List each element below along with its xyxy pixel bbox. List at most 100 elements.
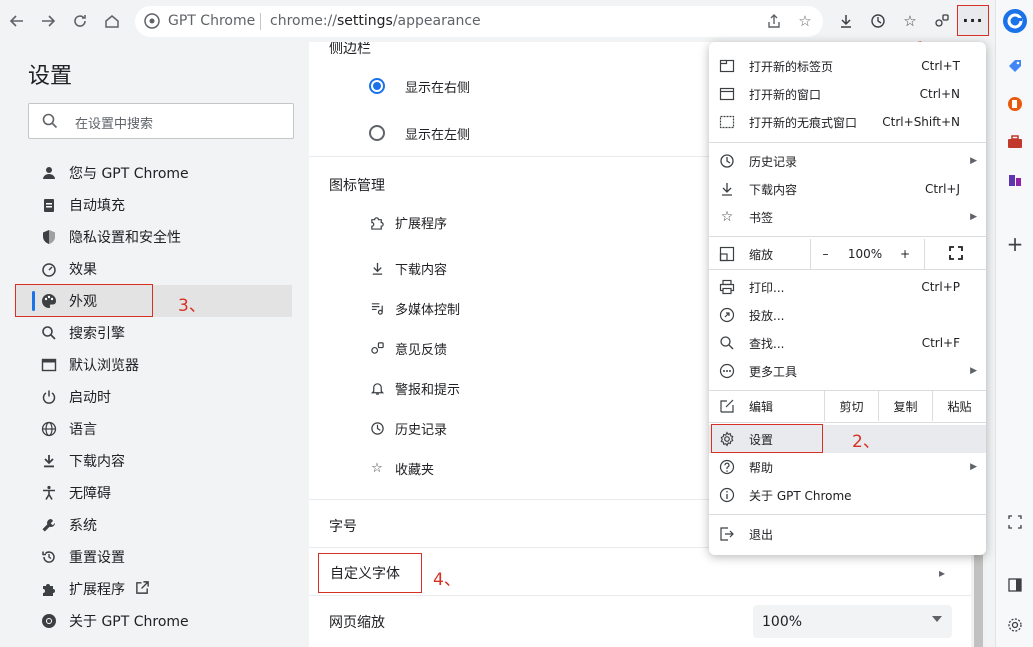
nav-item-on-startup[interactable]: 启动时 <box>16 381 292 413</box>
nav-item-system[interactable]: 系统 <box>16 509 292 541</box>
toolbar-item-label: 警报和提示 <box>395 382 461 398</box>
menu-item-about[interactable]: 关于 GPT Chrome <box>709 481 986 509</box>
nav-item-reset[interactable]: 重置设置 <box>16 541 292 573</box>
nav-item-you-and-chrome[interactable]: 您与 GPT Chrome <box>16 157 292 189</box>
fullscreen-button[interactable] <box>924 239 986 269</box>
toolbar-item-media[interactable]: 多媒体控制 <box>369 296 460 320</box>
menu-item-find[interactable]: 查找... Ctrl+F <box>709 329 986 357</box>
menu-item-label: 关于 GPT Chrome <box>749 488 852 503</box>
settings-sidebar: 设置 在设置中搜索 您与 GPT Chrome 自动填充 隐私设置和安全性 效果… <box>0 42 308 647</box>
bookmarks-star-icon: ☆ <box>720 209 734 225</box>
zoom-out-button[interactable]: – <box>810 239 840 269</box>
download-icon[interactable] <box>835 10 857 32</box>
nav-item-default-browser[interactable]: 默认浏览器 <box>16 349 292 381</box>
nav-item-accessibility[interactable]: 无障碍 <box>16 477 292 509</box>
submenu-arrow-icon: ▶ <box>970 156 977 166</box>
page-zoom-select[interactable]: 100% <box>753 605 952 638</box>
address-bar[interactable]: GPT Chrome chrome://settings/appearance … <box>135 6 823 37</box>
menu-item-new-tab[interactable]: 打开新的标签页 Ctrl+T <box>709 52 986 80</box>
nav-item-label: 下载内容 <box>69 454 125 470</box>
menu-item-new-window[interactable]: 打开新的窗口 Ctrl+N <box>709 80 986 108</box>
settings-search-input[interactable]: 在设置中搜索 <box>28 103 294 139</box>
font-size-label: 字号 <box>329 519 357 535</box>
nav-item-label: 扩展程序 <box>69 582 125 598</box>
more-tools-icon <box>718 362 736 380</box>
screenshot-icon[interactable] <box>1001 508 1029 536</box>
star-icon: ☆ <box>371 460 383 476</box>
submenu-arrow-icon: ▶ <box>970 462 977 472</box>
toolbar-item-history[interactable]: 历史记录 <box>369 416 447 440</box>
nav-item-languages[interactable]: 语言 <box>16 413 292 445</box>
cut-button[interactable]: 剪切 <box>824 391 878 421</box>
menu-item-bookmarks[interactable]: ☆ 书签 ▶ <box>709 203 986 231</box>
copy-button[interactable]: 复制 <box>878 391 932 421</box>
toolbar-item-feedback[interactable]: 意见反馈 <box>369 336 447 360</box>
annotation-4: 4、 <box>433 570 461 590</box>
settings-gear-icon[interactable] <box>1001 611 1029 639</box>
annotation-box-3 <box>15 284 153 317</box>
menu-item-help[interactable]: 帮助 ▶ <box>709 453 986 481</box>
tag-icon[interactable] <box>1001 52 1029 80</box>
radio-label: 显示在左侧 <box>405 127 471 143</box>
more-menu-button[interactable]: ··· <box>957 5 989 36</box>
accessibility-icon <box>38 482 60 504</box>
toolbox-icon[interactable] <box>1001 128 1029 156</box>
zoom-in-button[interactable]: + <box>890 239 920 269</box>
nav-item-label: 效果 <box>69 262 97 278</box>
menu-item-more-tools[interactable]: 更多工具 ▶ <box>709 357 986 385</box>
radio-button[interactable] <box>369 125 385 141</box>
paste-button[interactable]: 粘贴 <box>932 391 986 421</box>
toolbar-item-label: 下载内容 <box>395 262 448 278</box>
history-icon[interactable] <box>867 10 889 32</box>
nav-item-about[interactable]: 关于 GPT Chrome <box>16 605 292 637</box>
custom-font-row[interactable]: 自定义字体 <box>318 553 422 593</box>
nav-item-extensions[interactable]: 扩展程序 <box>16 573 292 605</box>
radio-show-left[interactable]: 显示在左侧 <box>369 119 470 147</box>
globe-icon <box>38 418 60 440</box>
nav-item-downloads[interactable]: 下载内容 <box>16 445 292 477</box>
menu-item-downloads[interactable]: 下载内容 Ctrl+J <box>709 175 986 203</box>
reload-icon[interactable] <box>69 10 91 32</box>
nav-item-privacy[interactable]: 隐私设置和安全性 <box>16 221 292 253</box>
home-icon[interactable] <box>101 10 123 32</box>
bookmark-star-icon[interactable]: ☆ <box>795 11 815 31</box>
forward-arrow-icon[interactable] <box>37 10 59 32</box>
divider <box>309 595 971 596</box>
external-link-icon[interactable] <box>135 580 150 599</box>
menu-item-cast[interactable]: 投放... <box>709 301 986 329</box>
nav-item-autofill[interactable]: 自动填充 <box>16 189 292 221</box>
menu-shortcut: Ctrl+P <box>921 280 960 294</box>
add-icon[interactable]: + <box>1001 230 1029 258</box>
nav-item-performance[interactable]: 效果 <box>16 253 292 285</box>
menu-item-history[interactable]: 历史记录 ▶ <box>709 147 986 175</box>
page-zoom-label: 网页缩放 <box>329 615 385 631</box>
menu-item-exit[interactable]: 退出 <box>709 520 986 548</box>
menu-item-print[interactable]: 打印... Ctrl+P <box>709 273 986 301</box>
copilot-icon[interactable] <box>1001 7 1029 35</box>
feedback-icon[interactable] <box>931 10 953 32</box>
menu-separator <box>709 422 986 423</box>
nav-item-search-engine[interactable]: 搜索引擎 <box>16 317 292 349</box>
toolbar-item-label: 扩展程序 <box>395 216 448 232</box>
scrollbar-thumb[interactable] <box>974 552 983 647</box>
power-icon <box>38 386 60 408</box>
toolbar-item-favorites[interactable]: ☆ 收藏夹 <box>369 456 434 480</box>
chevron-right-icon[interactable]: ▸ <box>939 566 945 580</box>
menu-item-new-incognito[interactable]: 打开新的无痕式窗口 Ctrl+Shift+N <box>709 108 986 136</box>
office-icon[interactable] <box>1001 90 1029 118</box>
share-icon[interactable] <box>764 11 784 31</box>
toolbar-item-downloads[interactable]: 下载内容 <box>369 256 447 280</box>
back-arrow-icon[interactable] <box>6 10 28 32</box>
menu-shortcut: Ctrl+T <box>921 59 960 73</box>
download-icon <box>369 260 385 276</box>
radio-show-right[interactable]: 显示在右侧 <box>369 72 470 100</box>
toolbar-item-alerts[interactable]: 警报和提示 <box>369 376 460 400</box>
puzzle-icon <box>38 578 60 600</box>
sidebar-toggle-icon[interactable] <box>1001 571 1029 599</box>
url-path: settings <box>337 13 393 29</box>
radio-button[interactable] <box>369 78 385 94</box>
favorites-icon[interactable]: ☆ <box>899 10 921 32</box>
toolbar-item-extensions[interactable]: 扩展程序 <box>369 210 447 234</box>
games-icon[interactable] <box>1001 166 1029 194</box>
search-icon <box>718 334 736 352</box>
